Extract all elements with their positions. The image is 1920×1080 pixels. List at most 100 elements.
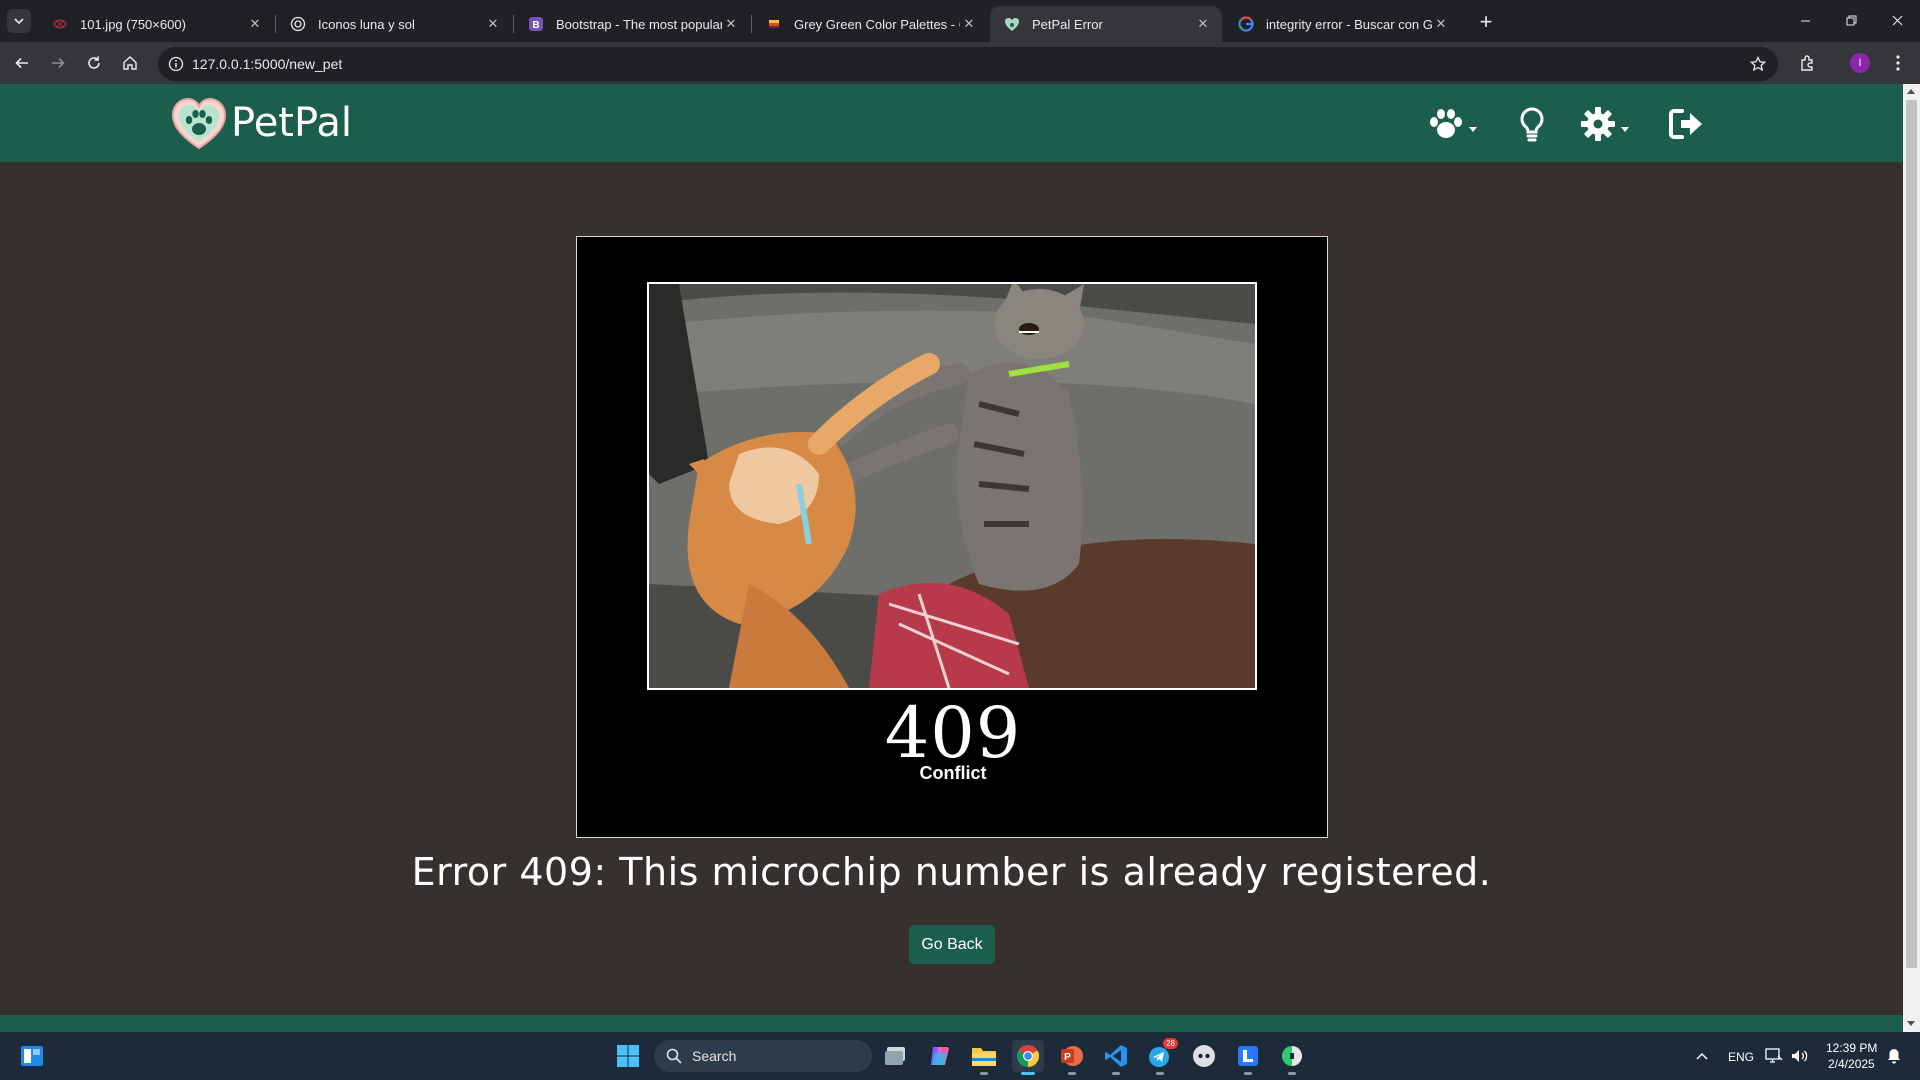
reload-icon <box>88 56 100 69</box>
google-favicon-icon <box>1238 16 1254 32</box>
close-window-button[interactable] <box>1874 0 1920 40</box>
arrow-left-icon <box>15 57 28 69</box>
petpal-logo-icon <box>171 97 227 150</box>
url-text: 127.0.0.1:5000/new_pet <box>192 56 343 72</box>
svg-text:P: P <box>1064 1052 1071 1063</box>
widgets-button[interactable] <box>16 1040 48 1072</box>
close-icon[interactable]: ✕ <box>1194 15 1212 33</box>
go-back-button[interactable]: Go Back <box>909 925 995 964</box>
browser-toolbar: 127.0.0.1:5000/new_pet I <box>0 42 1920 84</box>
windows-logo-icon <box>617 1045 639 1067</box>
lightning-app[interactable] <box>1232 1040 1264 1075</box>
tab-101-jpg[interactable]: 101.jpg (750×600) ✕ <box>38 6 274 42</box>
close-icon <box>1892 15 1902 25</box>
extensions-button[interactable] <box>1794 49 1822 77</box>
address-bar[interactable]: 127.0.0.1:5000/new_pet <box>158 47 1778 81</box>
site-info-icon[interactable] <box>166 54 186 74</box>
tab-petpal-error[interactable]: PetPal Error ✕ <box>990 6 1222 42</box>
image-favicon-icon <box>52 16 68 32</box>
tab-grey-green-palettes[interactable]: Grey Green Color Palettes - Col ✕ <box>752 6 988 42</box>
restore-button[interactable] <box>1828 0 1874 40</box>
file-explorer-app[interactable] <box>968 1040 1000 1075</box>
back-button[interactable] <box>8 49 36 77</box>
language-indicator[interactable]: ENG <box>1728 1050 1754 1064</box>
search-label: Search <box>692 1048 737 1064</box>
logout-link[interactable] <box>1668 104 1704 144</box>
task-view-button[interactable] <box>880 1040 912 1072</box>
running-indicator <box>1244 1072 1252 1075</box>
pets-dropdown-toggle[interactable] <box>1428 104 1477 144</box>
svg-text:B: B <box>532 20 539 31</box>
show-hidden-icons-button[interactable] <box>1686 1040 1718 1072</box>
gear-icon <box>1581 107 1615 141</box>
error-poster: 409 Conflict <box>576 236 1328 838</box>
brand-link[interactable]: PetPal <box>171 96 352 150</box>
settings-dropdown-toggle[interactable] <box>1580 104 1629 144</box>
avatar: I <box>1850 53 1870 73</box>
vscode-icon <box>1105 1045 1127 1067</box>
telegram-app[interactable]: 28 <box>1144 1038 1178 1075</box>
bootstrap-favicon-icon: B <box>528 16 544 32</box>
scrollbar-thumb[interactable] <box>1906 100 1917 968</box>
search-icon <box>666 1048 682 1064</box>
app-window-icon <box>1238 1046 1258 1066</box>
scroll-up-icon[interactable] <box>1907 89 1915 94</box>
close-icon[interactable]: ✕ <box>722 15 740 33</box>
chrome-icon <box>1017 1045 1039 1067</box>
browser-menu-button[interactable] <box>1884 49 1912 77</box>
copilot-icon <box>931 1047 949 1065</box>
page-scrollbar[interactable] <box>1903 84 1920 1032</box>
globe-favicon-icon <box>290 16 306 32</box>
petpal-favicon-icon <box>1004 16 1020 32</box>
running-indicator <box>1068 1072 1076 1075</box>
windows-taskbar: Search P 28 ENG 12:39 PM 2/4/2025 <box>0 1032 1920 1080</box>
close-icon[interactable]: ✕ <box>246 15 264 33</box>
taskbar-search-box[interactable]: Search <box>654 1040 872 1072</box>
clock-time[interactable]: 12:39 PM <box>1826 1041 1877 1055</box>
start-button[interactable] <box>612 1040 644 1072</box>
widgets-icon <box>21 1046 43 1066</box>
network-button[interactable] <box>1762 1040 1786 1072</box>
tab-search-button[interactable] <box>7 9 31 33</box>
active-indicator <box>1021 1072 1035 1075</box>
scroll-down-icon[interactable] <box>1907 1021 1915 1026</box>
restore-icon <box>1846 15 1856 25</box>
close-icon[interactable]: ✕ <box>1432 15 1450 33</box>
close-icon[interactable]: ✕ <box>484 15 502 33</box>
volume-icon <box>1792 1050 1808 1062</box>
tab-title: Grey Green Color Palettes - Col <box>794 16 960 32</box>
tab-iconos-luna-y-sol[interactable]: Iconos luna y sol ✕ <box>276 6 512 42</box>
new-tab-button[interactable]: + <box>1472 8 1500 36</box>
bookmark-star-icon[interactable] <box>1748 54 1768 74</box>
paw-icon <box>1430 109 1462 138</box>
chrome-app[interactable] <box>1012 1040 1044 1075</box>
profile-button[interactable]: I <box>1846 49 1874 77</box>
powerpoint-icon: P <box>1061 1046 1083 1066</box>
forward-button[interactable] <box>44 49 72 77</box>
github-desktop-app[interactable] <box>1188 1040 1220 1072</box>
running-indicator <box>1288 1072 1296 1075</box>
home-button[interactable] <box>116 49 144 77</box>
minimize-button[interactable] <box>1782 0 1828 40</box>
clock-date[interactable]: 2/4/2025 <box>1828 1057 1875 1071</box>
tab-integrity-error-search[interactable]: integrity error - Buscar con Goo ✕ <box>1224 6 1460 42</box>
site-navbar: PetPal <box>0 84 1903 162</box>
running-indicator <box>1156 1072 1164 1075</box>
vscode-app[interactable] <box>1100 1040 1132 1075</box>
tab-bootstrap[interactable]: B Bootstrap - The most popular H ✕ <box>514 6 750 42</box>
copilot-app[interactable] <box>924 1040 956 1072</box>
chevron-up-icon <box>1696 1052 1708 1060</box>
palette-favicon-icon <box>766 16 782 32</box>
powerpoint-app[interactable]: P <box>1056 1040 1088 1075</box>
browser-tab-strip: 101.jpg (750×600) ✕ Iconos luna y sol ✕ … <box>0 0 1920 42</box>
notifications-button[interactable] <box>1882 1040 1906 1072</box>
plus-icon: + <box>1479 9 1493 34</box>
running-indicator <box>1112 1072 1120 1075</box>
chevron-down-icon <box>14 18 24 25</box>
tips-link[interactable] <box>1518 104 1546 144</box>
terminal-app[interactable] <box>1276 1040 1308 1075</box>
close-icon[interactable]: ✕ <box>960 15 978 33</box>
reload-button[interactable] <box>80 49 108 77</box>
tab-title: Iconos luna y sol <box>318 16 415 32</box>
volume-button[interactable] <box>1788 1040 1812 1072</box>
